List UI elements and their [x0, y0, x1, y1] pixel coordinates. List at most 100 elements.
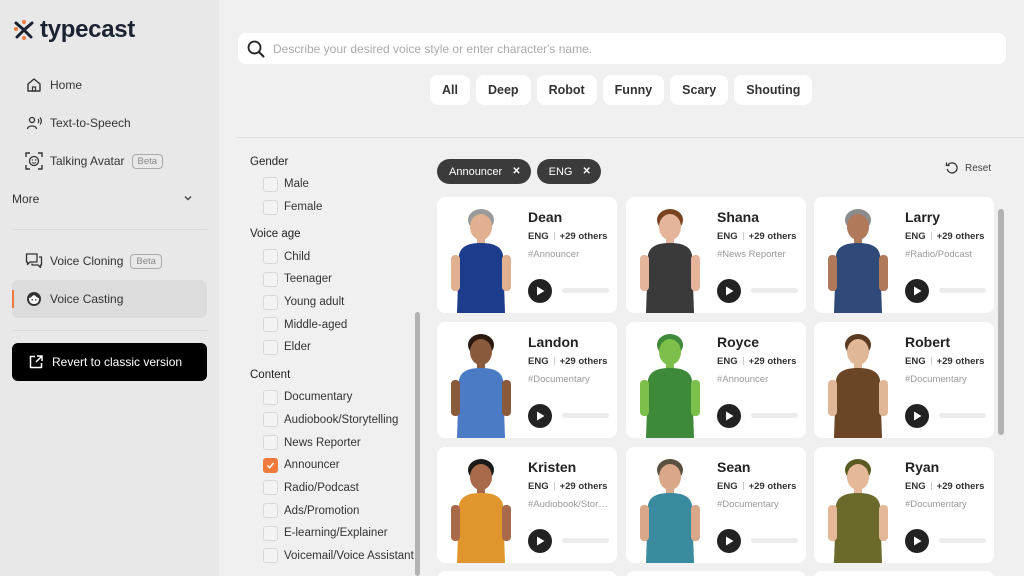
- typecast-logo[interactable]: typecast: [12, 16, 135, 44]
- filter-option[interactable]: Male: [250, 173, 425, 196]
- chip-shouting[interactable]: Shouting: [734, 75, 813, 105]
- sidebar-item-home[interactable]: Home: [12, 66, 207, 104]
- close-icon[interactable]: ✕: [512, 166, 520, 177]
- checkbox[interactable]: [263, 412, 278, 428]
- audio-progress-track[interactable]: [562, 288, 609, 293]
- filter-group-title: Voice age: [250, 228, 301, 241]
- close-icon[interactable]: ✕: [582, 166, 590, 177]
- audio-progress-track[interactable]: [562, 413, 609, 418]
- filter-scrollbar[interactable]: [415, 312, 420, 576]
- play-button[interactable]: [905, 404, 929, 428]
- audio-progress-track[interactable]: [939, 538, 986, 543]
- filter-option[interactable]: Audiobook/Storytelling: [250, 409, 425, 432]
- checkbox[interactable]: [263, 435, 278, 451]
- chip-deep[interactable]: Deep: [475, 75, 531, 105]
- checkbox[interactable]: [263, 480, 278, 496]
- character-tag: #Documentary: [905, 499, 967, 510]
- audio-progress-track[interactable]: [939, 413, 986, 418]
- filter-group-title: Gender: [250, 156, 289, 168]
- filter-option[interactable]: Young adult: [250, 291, 425, 314]
- character-card-dean[interactable]: Dean ENG +29 others #Announcer: [437, 197, 617, 313]
- search-bar[interactable]: [238, 33, 1006, 64]
- audio-progress-track[interactable]: [751, 413, 798, 418]
- audio-progress-track[interactable]: [939, 288, 986, 293]
- active-tag-announcer[interactable]: Announcer ✕: [437, 159, 531, 184]
- filter-option[interactable]: Child: [250, 245, 425, 268]
- checkbox[interactable]: [263, 199, 278, 215]
- active-tag-eng[interactable]: ENG ✕: [536, 159, 601, 184]
- play-button[interactable]: [528, 404, 552, 428]
- audio-progress-track[interactable]: [751, 288, 798, 293]
- filter-option-label: Radio/Podcast: [284, 481, 359, 494]
- character-card-kristen[interactable]: Kristen ENG +29 others #Audiobook/Storyte…: [437, 447, 617, 563]
- checkbox[interactable]: [263, 294, 278, 310]
- checkbox-checked[interactable]: [263, 457, 278, 473]
- character-card-landon[interactable]: Landon ENG +29 others #Documentary: [437, 322, 617, 438]
- sidebar-item-text-to-speech[interactable]: Text-to-Speech: [12, 104, 207, 142]
- play-button[interactable]: [717, 529, 741, 553]
- filter-panel: Gender Male Female Voice age Child Teena…: [250, 150, 425, 576]
- character-card-ryan[interactable]: Ryan ENG +29 others #Documentary: [814, 447, 994, 563]
- play-button[interactable]: [717, 279, 741, 303]
- play-button[interactable]: [905, 529, 929, 553]
- chip-funny[interactable]: Funny: [602, 75, 665, 105]
- checkbox[interactable]: [263, 317, 278, 333]
- filter-option[interactable]: Female: [250, 196, 425, 219]
- reset-button[interactable]: Reset: [945, 161, 991, 175]
- filter-option[interactable]: Middle-aged: [250, 313, 425, 336]
- filter-option[interactable]: Elder: [250, 336, 425, 359]
- revert-classic-button[interactable]: Revert to classic version: [12, 343, 207, 381]
- checkbox[interactable]: [263, 525, 278, 541]
- checkbox[interactable]: [263, 339, 278, 355]
- chat-bubbles-icon: [25, 252, 43, 270]
- grid-scrollbar[interactable]: [998, 209, 1004, 435]
- play-button[interactable]: [905, 279, 929, 303]
- sidebar-item-voice-casting[interactable]: Voice Casting: [12, 280, 207, 318]
- play-button[interactable]: [717, 404, 741, 428]
- filter-option-announcer[interactable]: Announcer: [250, 454, 425, 477]
- character-card-robert[interactable]: Robert ENG +29 others #Documentary: [814, 322, 994, 438]
- section-divider: [236, 137, 1024, 138]
- filter-option-label: Middle-aged: [284, 318, 348, 331]
- filter-option-label: Elder: [284, 341, 311, 354]
- character-card-sean[interactable]: Sean ENG +29 others #Documentary: [626, 447, 806, 563]
- play-icon: [726, 286, 734, 296]
- sidebar-more-toggle[interactable]: More: [12, 180, 207, 218]
- chip-robot[interactable]: Robot: [536, 75, 597, 105]
- audio-progress-track[interactable]: [562, 538, 609, 543]
- sidebar-item-voice-cloning[interactable]: Voice Cloning Beta: [12, 242, 207, 280]
- play-button[interactable]: [528, 529, 552, 553]
- sidebar-item-talking-avatar[interactable]: Talking Avatar Beta: [12, 142, 207, 180]
- character-card-shana[interactable]: Shana ENG +29 others #News Reporter: [626, 197, 806, 313]
- checkbox[interactable]: [263, 389, 278, 405]
- language-code: ENG: [905, 481, 926, 492]
- filter-option[interactable]: Documentary: [250, 386, 425, 409]
- checkbox[interactable]: [263, 271, 278, 287]
- character-languages: ENG +29 others: [905, 356, 984, 367]
- chip-scary[interactable]: Scary: [670, 75, 729, 105]
- chip-all[interactable]: All: [430, 75, 470, 105]
- audio-progress-track[interactable]: [751, 538, 798, 543]
- character-card-larry[interactable]: Larry ENG +29 others #Radio/Podcast: [814, 197, 994, 313]
- filter-option[interactable]: E-learning/Explainer: [250, 522, 425, 545]
- other-languages-count: +29 others: [936, 481, 985, 492]
- filter-group-title: Content: [250, 368, 291, 381]
- checkmark-icon: [267, 462, 275, 469]
- search-input[interactable]: [273, 41, 1006, 56]
- filter-option[interactable]: Voicemail/Voice Assistant: [250, 545, 425, 568]
- play-button[interactable]: [528, 279, 552, 303]
- filter-option[interactable]: News Reporter: [250, 431, 425, 454]
- filter-option[interactable]: Radio/Podcast: [250, 477, 425, 500]
- character-tag: #Announcer: [717, 374, 769, 385]
- filter-option-label: Ads/Promotion: [284, 504, 360, 517]
- sidebar-item-label: Voice Casting: [50, 292, 124, 306]
- character-card-royce[interactable]: Royce ENG +29 others #Announcer: [626, 322, 806, 438]
- filter-option[interactable]: Teenager: [250, 268, 425, 291]
- checkbox[interactable]: [263, 176, 278, 192]
- filter-option[interactable]: Ads/Promotion: [250, 499, 425, 522]
- language-code: ENG: [905, 231, 926, 242]
- checkbox[interactable]: [263, 503, 278, 519]
- play-icon: [914, 536, 922, 546]
- checkbox[interactable]: [263, 548, 278, 564]
- checkbox[interactable]: [263, 249, 278, 265]
